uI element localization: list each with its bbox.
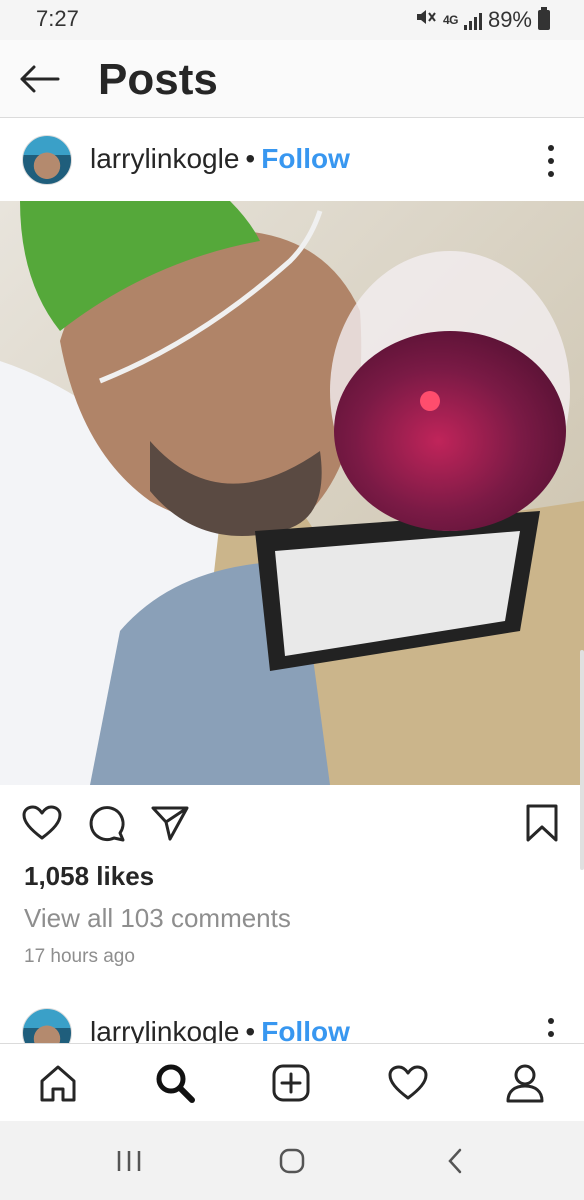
comment-icon — [89, 806, 125, 842]
system-home-button[interactable] — [267, 1141, 317, 1181]
profile-icon — [506, 1064, 544, 1103]
paper-plane-icon — [151, 806, 189, 841]
add-post-icon — [272, 1064, 310, 1102]
save-button[interactable] — [520, 801, 564, 845]
scrollbar[interactable] — [580, 650, 584, 870]
arrow-left-icon — [20, 65, 60, 93]
separator: • — [245, 143, 256, 174]
post-header: larrylinkogle • Follow — [0, 992, 584, 1043]
top-bar: Posts — [0, 40, 584, 118]
username[interactable]: larrylinkogle — [90, 1016, 239, 1043]
nav-new-post[interactable] — [266, 1058, 316, 1108]
like-button[interactable] — [20, 801, 64, 845]
recent-apps-icon — [117, 1151, 141, 1171]
heart-icon — [22, 805, 62, 840]
status-bar: 7:27 4G 89% — [0, 0, 584, 40]
more-vertical-icon — [548, 1018, 554, 1024]
nav-home[interactable] — [33, 1058, 83, 1108]
post-image[interactable] — [0, 201, 584, 785]
nav-activity[interactable] — [383, 1058, 433, 1108]
page-title: Posts — [98, 55, 218, 104]
likes-count[interactable]: 1,058 likes — [24, 861, 154, 892]
separator: • — [245, 1016, 256, 1043]
back-chevron-icon — [448, 1148, 462, 1174]
more-vertical-icon — [548, 145, 554, 151]
status-time: 7:27 — [36, 6, 79, 31]
nav-search[interactable] — [150, 1058, 200, 1108]
avatar[interactable] — [22, 1008, 72, 1043]
share-button[interactable] — [148, 801, 192, 845]
view-comments-link[interactable]: View all 103 comments — [24, 903, 291, 934]
recent-apps-button[interactable] — [104, 1141, 154, 1181]
follow-button[interactable]: Follow — [261, 143, 350, 174]
post-author-line: larrylinkogle • Follow — [90, 1016, 350, 1043]
signal-icon — [463, 10, 482, 30]
nav-profile[interactable] — [500, 1058, 550, 1108]
home-icon — [40, 1065, 76, 1102]
battery-icon — [538, 7, 550, 30]
bookmark-icon — [526, 804, 558, 842]
bottom-nav — [0, 1043, 584, 1121]
status-icons: 4G 89% — [415, 7, 550, 33]
username[interactable]: larrylinkogle — [90, 143, 239, 174]
network-type: 4G — [442, 13, 459, 27]
follow-button[interactable]: Follow — [261, 1016, 350, 1043]
system-back-button[interactable] — [430, 1141, 480, 1181]
more-options-button[interactable] — [544, 1014, 558, 1043]
post-actions — [0, 795, 584, 851]
home-circle-icon — [279, 1148, 305, 1174]
battery-level: 89% — [487, 7, 532, 32]
back-button[interactable] — [12, 54, 66, 104]
search-icon — [156, 1064, 195, 1103]
comment-button[interactable] — [84, 801, 128, 845]
avatar[interactable] — [22, 135, 72, 185]
post-timestamp: 17 hours ago — [24, 946, 135, 967]
post-author-line: larrylinkogle • Follow — [90, 143, 350, 175]
system-nav-bar — [0, 1121, 584, 1200]
mute-icon — [415, 7, 437, 33]
post-header: larrylinkogle • Follow — [0, 119, 584, 203]
more-options-button[interactable] — [544, 141, 558, 181]
activity-heart-icon — [388, 1065, 428, 1100]
